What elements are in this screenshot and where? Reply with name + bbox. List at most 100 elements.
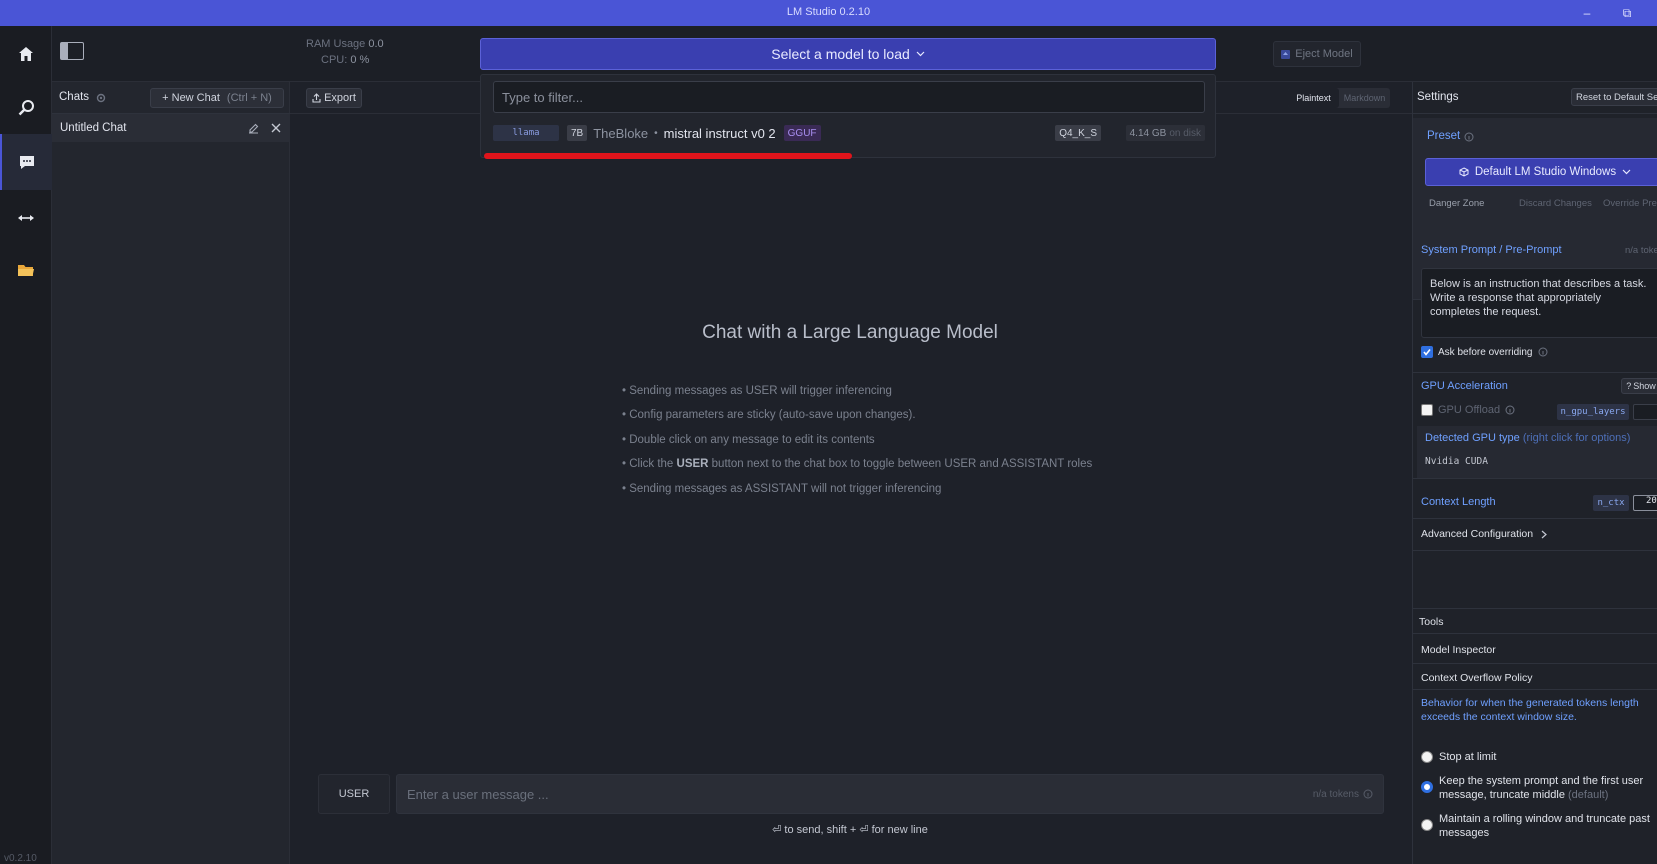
- ram-usage-label: RAM Usage: [306, 38, 366, 50]
- advanced-config-label: Advanced Configuration: [1421, 528, 1534, 540]
- context-length-param: n_ctx: [1593, 495, 1629, 511]
- model-filter-input[interactable]: [493, 81, 1205, 113]
- policy-radio-rolling-window[interactable]: [1421, 819, 1433, 831]
- settings-header: Settings Reset to Default Settings: [1413, 82, 1657, 114]
- arrows-icon: [18, 215, 34, 221]
- home-nav-button[interactable]: [0, 28, 52, 80]
- token-count: n/a tokens: [1312, 788, 1359, 800]
- model-select-button[interactable]: Select a model to load: [480, 38, 1216, 70]
- preset-value: Default LM Studio Windows: [1474, 166, 1617, 178]
- chats-header: Chats + New Chat (Ctrl + N): [52, 82, 290, 114]
- system-prompt-textarea[interactable]: Below is an instruction that describes a…: [1421, 268, 1657, 338]
- folder-icon: [18, 265, 34, 276]
- context-length-input[interactable]: 2048: [1633, 495, 1657, 511]
- model-inspector-row[interactable]: Model Inspector: [1413, 634, 1657, 664]
- export-button[interactable]: Export: [306, 88, 362, 108]
- new-chat-button[interactable]: + New Chat (Ctrl + N): [150, 88, 284, 108]
- new-chat-label: + New Chat: [162, 92, 220, 104]
- info-icon: [1464, 132, 1474, 142]
- system-prompt-title: System Prompt / Pre-Prompt: [1421, 244, 1562, 256]
- highlight-underline: [484, 153, 852, 159]
- preset-label: Preset: [1427, 130, 1461, 142]
- message-box: n/a tokens: [396, 774, 1384, 814]
- gpu-offload-label: GPU Offload: [1438, 404, 1501, 416]
- tip-item: • Sending messages as USER will trigger …: [622, 385, 892, 397]
- gpu-offload-row: GPU Offload: [1421, 404, 1515, 416]
- gpu-acceleration-title: GPU Acceleration: [1421, 380, 1508, 392]
- eject-model-button[interactable]: Eject Model: [1273, 41, 1361, 67]
- tip-item: • Sending messages as ASSISTANT will not…: [622, 483, 942, 495]
- cube-icon: [1459, 167, 1469, 177]
- discard-changes-button[interactable]: Discard Changes: [1519, 198, 1592, 209]
- format-plaintext[interactable]: Plaintext: [1288, 88, 1339, 108]
- policy-label-rolling-window: Maintain a rolling window and truncate p…: [1439, 813, 1650, 839]
- empty-chat-heading: Chat with a Large Language Model: [702, 322, 998, 343]
- gpu-show-label: Show: [1633, 381, 1656, 391]
- policy-radio-stop[interactable]: [1421, 751, 1433, 763]
- sidebar-toggle-icon: [61, 43, 68, 59]
- tip-item: • Click the USER button next to the chat…: [622, 458, 1092, 470]
- overflow-policy-title: Context Overflow Policy: [1421, 672, 1533, 684]
- export-label: Export: [324, 92, 356, 104]
- divider: [1413, 478, 1657, 479]
- search-icon: [18, 100, 34, 116]
- my-models-nav-button[interactable]: [0, 244, 52, 296]
- gear-icon[interactable]: [96, 93, 106, 103]
- tip-text: • Click the: [622, 458, 677, 470]
- disk-status: on disk: [1169, 127, 1201, 139]
- chats-panel: Chats + New Chat (Ctrl + N) Untitled Cha…: [52, 82, 290, 864]
- arch-tag: llama: [493, 125, 559, 141]
- param-size-tag: 7B: [567, 125, 588, 141]
- minimize-button[interactable]: –: [1574, 4, 1600, 22]
- model-select-label: Select a model to load: [771, 46, 910, 62]
- cpu-usage-label: CPU:: [321, 54, 348, 66]
- divider: [1413, 372, 1657, 373]
- model-inspector-label: Model Inspector: [1421, 644, 1496, 656]
- preset-select-button[interactable]: Default LM Studio Windows: [1425, 158, 1657, 186]
- advanced-config-toggle[interactable]: Advanced Configuration: [1421, 528, 1547, 540]
- ram-usage-value: 0.0: [368, 38, 384, 50]
- chat-nav-button[interactable]: [0, 134, 52, 190]
- chat-list-item[interactable]: Untitled Chat: [52, 114, 290, 142]
- send-hint: ⏎ to send, shift + ⏎ for new line: [772, 824, 928, 836]
- chevron-down-icon: [1622, 169, 1631, 175]
- cpu-usage-value: 0 %: [350, 54, 370, 66]
- detected-gpu-value: Nvidia CUDA: [1425, 456, 1488, 467]
- settings-title: Settings: [1417, 91, 1459, 103]
- tip-bold: USER: [676, 458, 709, 470]
- message-input-row: USER n/a tokens: [318, 774, 1384, 814]
- check-icon: [1423, 349, 1431, 356]
- ask-before-overriding-checkbox[interactable]: [1421, 346, 1433, 358]
- policy-radio-truncate-middle[interactable]: [1421, 781, 1433, 793]
- tip-item: • Double click on any message to edit it…: [622, 434, 875, 446]
- gpu-layers-param: n_gpu_layers: [1557, 404, 1629, 420]
- detected-gpu-hint: (right click for options): [1522, 432, 1631, 444]
- reset-settings-button[interactable]: Reset to Default Settings: [1571, 88, 1657, 106]
- tip-item: • Config parameters are sticky (auto-sav…: [622, 409, 916, 421]
- format-toggle: Plaintext Markdown: [1288, 88, 1390, 108]
- tools-header: Tools: [1413, 608, 1657, 634]
- restore-button[interactable]: ⧉: [1614, 4, 1640, 22]
- override-preset-button[interactable]: Override Preset: [1603, 198, 1657, 209]
- context-length-label: Context Length: [1421, 496, 1496, 508]
- home-icon: [19, 47, 33, 61]
- danger-zone-label: Danger Zone: [1429, 198, 1485, 209]
- close-icon[interactable]: [271, 123, 281, 133]
- edit-icon[interactable]: [248, 123, 259, 134]
- role-toggle-button[interactable]: USER: [318, 774, 390, 814]
- local-server-nav-button[interactable]: [0, 192, 52, 244]
- model-name: mistral instruct v0 2: [663, 125, 776, 141]
- gpu-layers-input[interactable]: [1633, 404, 1657, 420]
- tip-text: button next to the chat box to toggle be…: [708, 458, 1093, 470]
- chevron-right-icon: [1541, 530, 1547, 538]
- model-list-item[interactable]: llama 7B TheBloke • mistral instruct v0 …: [493, 121, 1205, 145]
- overflow-policy-header[interactable]: Context Overflow Policy: [1413, 664, 1657, 690]
- gpu-offload-checkbox[interactable]: [1421, 404, 1433, 416]
- format-markdown[interactable]: Markdown: [1339, 88, 1390, 108]
- disk-size-tag: 4.14 GB on disk: [1125, 125, 1205, 141]
- gpu-show-button[interactable]: ? Show: [1621, 378, 1657, 394]
- chat-icon: [20, 156, 34, 169]
- search-nav-button[interactable]: [0, 82, 52, 134]
- message-input[interactable]: [407, 786, 1313, 802]
- sidebar-toggle-button[interactable]: [60, 42, 84, 60]
